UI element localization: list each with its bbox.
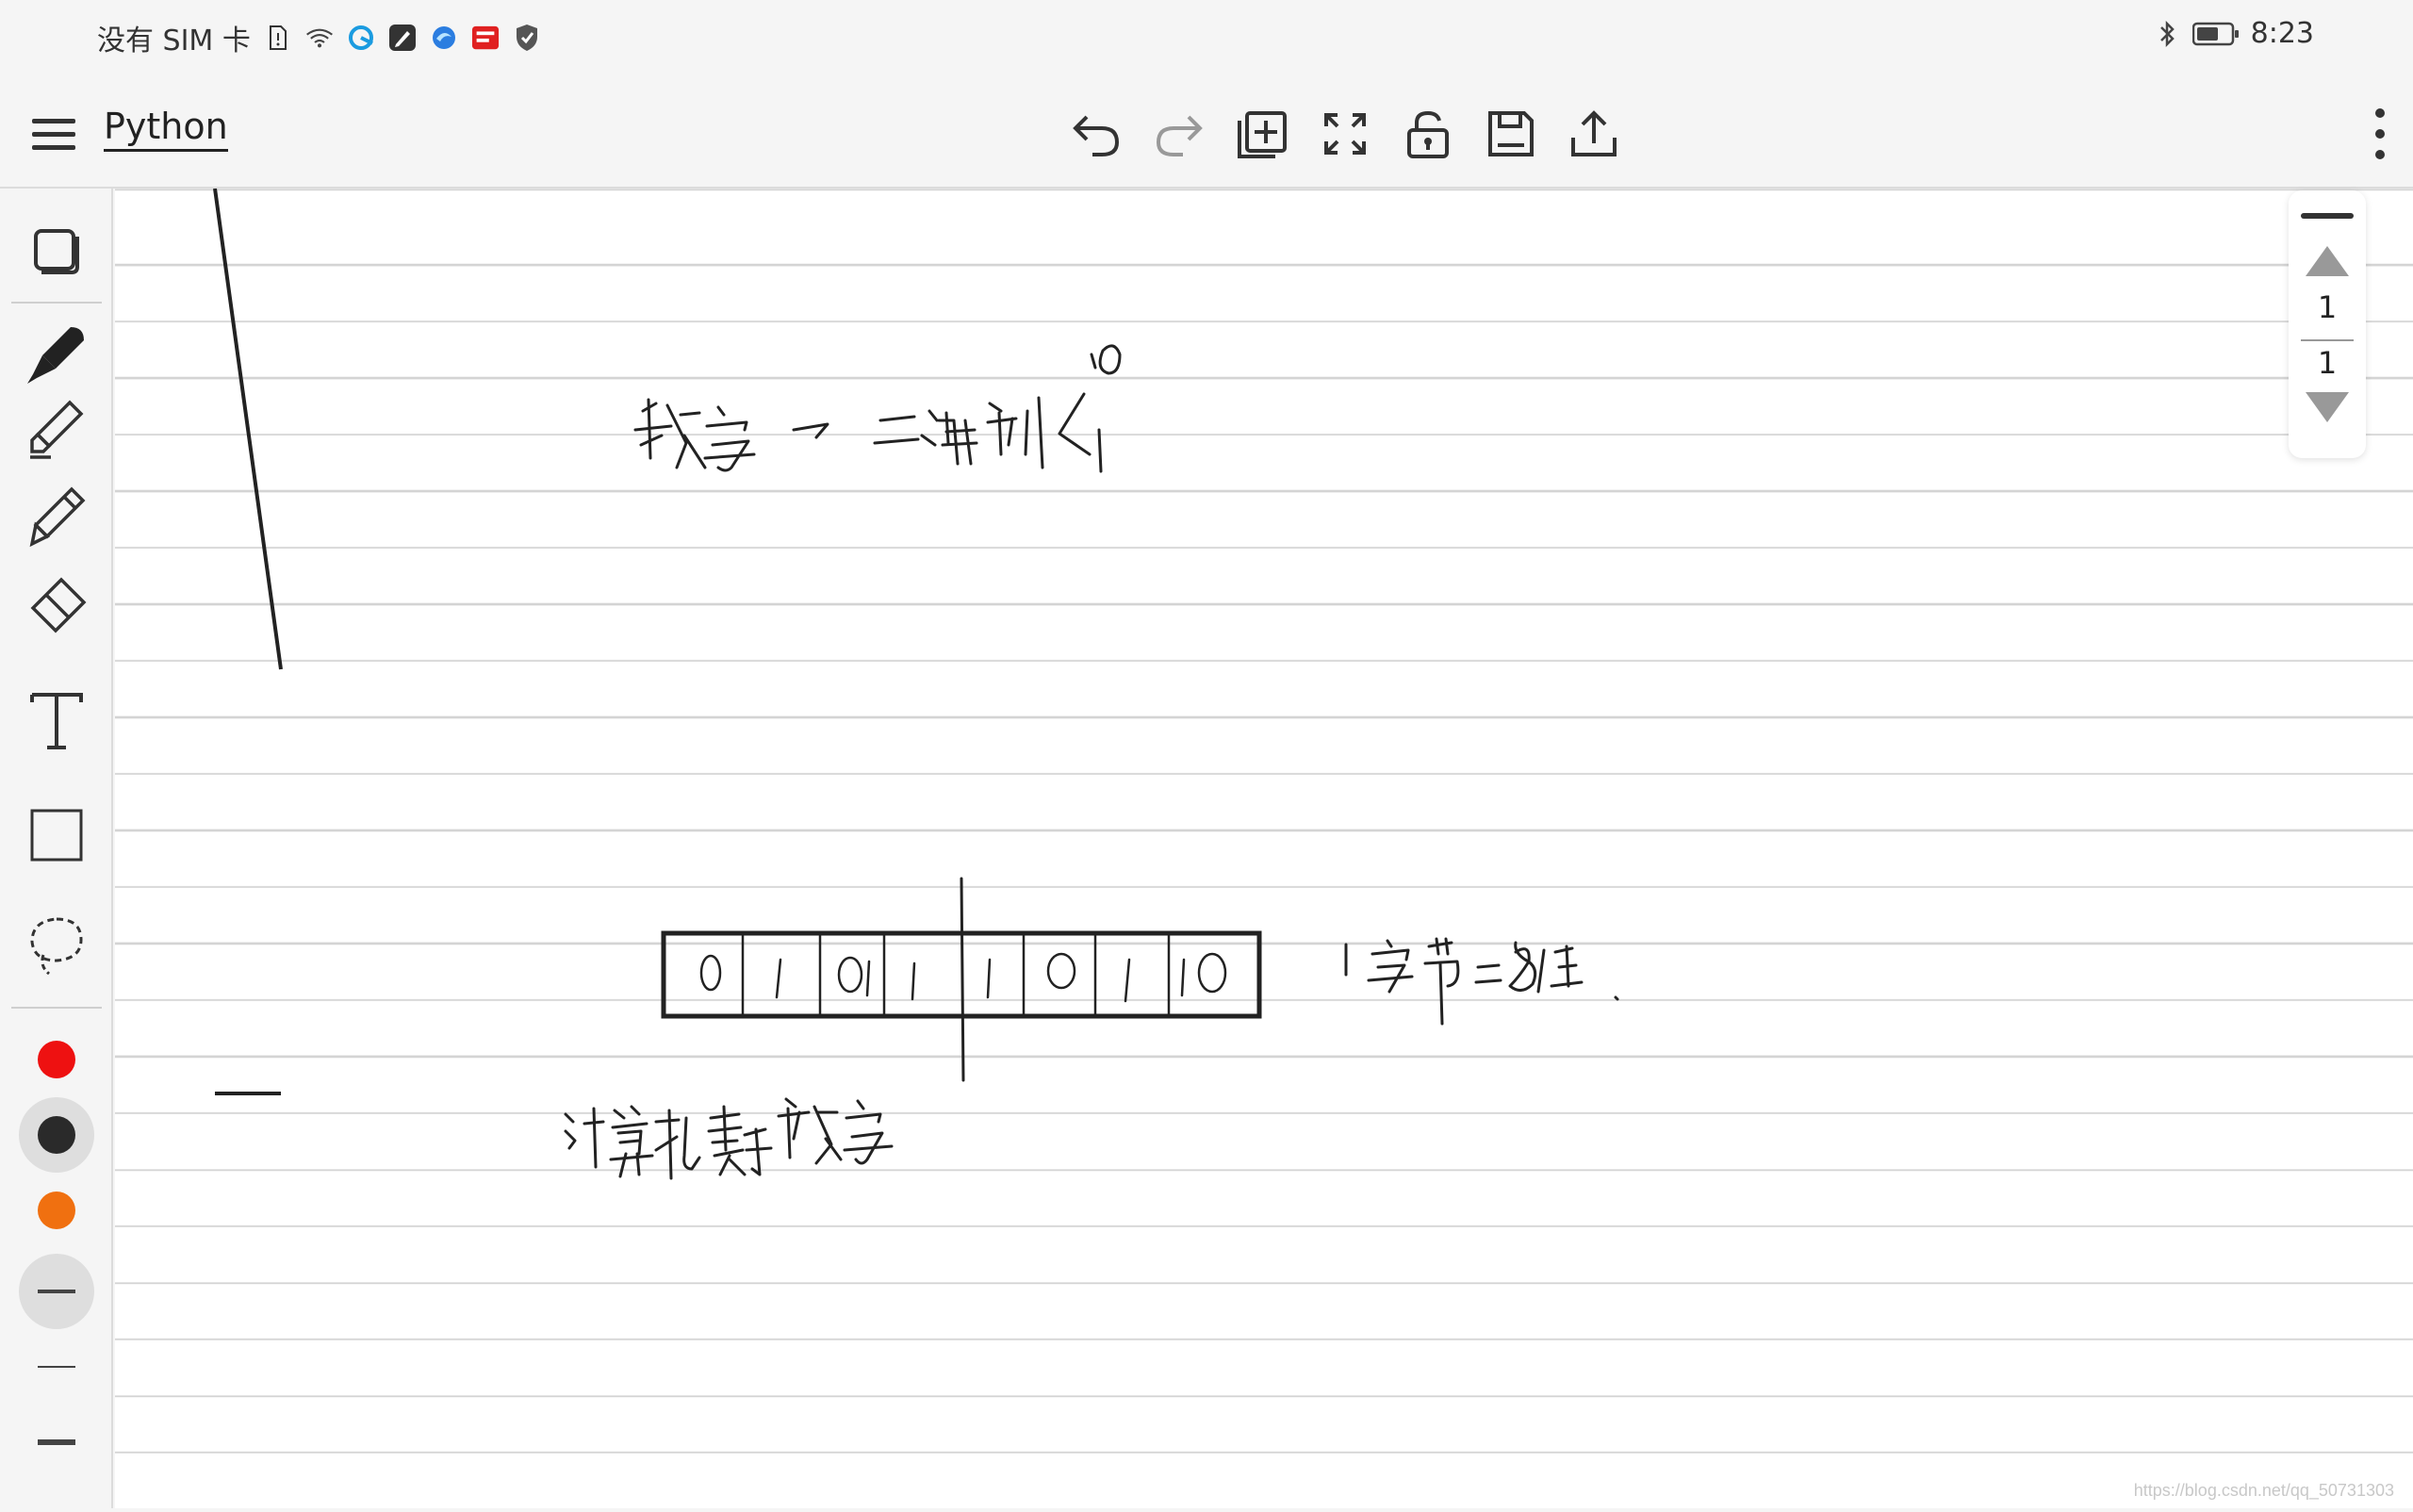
browser-app-icon [347,24,375,52]
stroke-width-thin[interactable] [0,1329,113,1405]
notebook-canvas[interactable]: https://blog.csdn.net/qq_50731303 [115,188,2413,1508]
stroke-width-thick[interactable] [0,1405,113,1480]
orange-swatch[interactable] [38,1192,75,1229]
black-swatch[interactable] [38,1116,75,1154]
shape-tool-icon[interactable] [0,797,113,873]
share-icon[interactable] [1561,96,1627,172]
page-up-icon[interactable] [2302,242,2353,284]
color-red[interactable] [0,1022,113,1097]
color-black[interactable] [0,1097,113,1173]
wifi-icon [305,24,334,52]
carrier-text: 没有 SIM 卡 [97,25,251,58]
pages-icon[interactable] [0,219,113,285]
edge-app-icon [430,24,458,52]
menu-icon[interactable] [28,111,79,156]
document-title[interactable]: Python [104,106,228,152]
handwriting-layer [213,188,1619,1180]
stroke-medium-line [38,1290,75,1293]
text-tool-icon[interactable] [0,682,113,758]
fountain-pen-icon[interactable] [0,317,113,392]
notes-app-icon [388,24,417,52]
more-options-icon[interactable] [2347,96,2413,172]
lasso-select-icon[interactable] [0,909,113,984]
selected-highlight [19,1254,94,1329]
rail-divider [11,302,102,304]
status-left: 没有 SIM 卡 [97,17,541,58]
collapse-handle[interactable] [2301,213,2354,219]
page-fraction-divider [2301,339,2354,341]
fullscreen-icon[interactable] [1312,96,1378,172]
clock-time: 8:23 [2250,17,2314,50]
rail-divider [11,1007,102,1009]
watermark-text: https://blog.csdn.net/qq_50731303 [2133,1481,2394,1500]
undo-icon[interactable] [1063,96,1129,172]
save-icon[interactable] [1478,96,1544,172]
stroke-thin-line [38,1366,75,1368]
current-page-number: 1 [2317,289,2338,325]
page-down-icon[interactable] [2302,388,2353,430]
unlock-icon[interactable] [1395,96,1461,172]
shield-icon [513,24,541,52]
total-pages-number: 1 [2317,345,2338,381]
status-bar: 没有 SIM 卡 8:23 [0,0,2413,77]
news-app-icon [471,24,500,52]
sim-icon [264,24,292,52]
stroke-width-medium[interactable] [0,1254,113,1329]
stroke-thick-line [38,1439,75,1445]
pencil-icon[interactable] [0,479,113,554]
red-swatch[interactable] [38,1041,75,1078]
redo-icon[interactable] [1146,96,1212,172]
page-navigator: 1 1 [2289,190,2366,458]
tool-rail [0,189,113,1508]
status-right: 8:23 [2153,17,2314,50]
battery-icon [2191,20,2240,48]
color-orange[interactable] [0,1173,113,1248]
eraser-icon[interactable] [0,569,113,645]
selected-highlight [19,1097,94,1173]
top-toolbar: Python [0,77,2413,189]
bluetooth-icon [2153,20,2181,48]
add-page-icon[interactable] [1229,96,1295,172]
marker-icon[interactable] [0,392,113,468]
